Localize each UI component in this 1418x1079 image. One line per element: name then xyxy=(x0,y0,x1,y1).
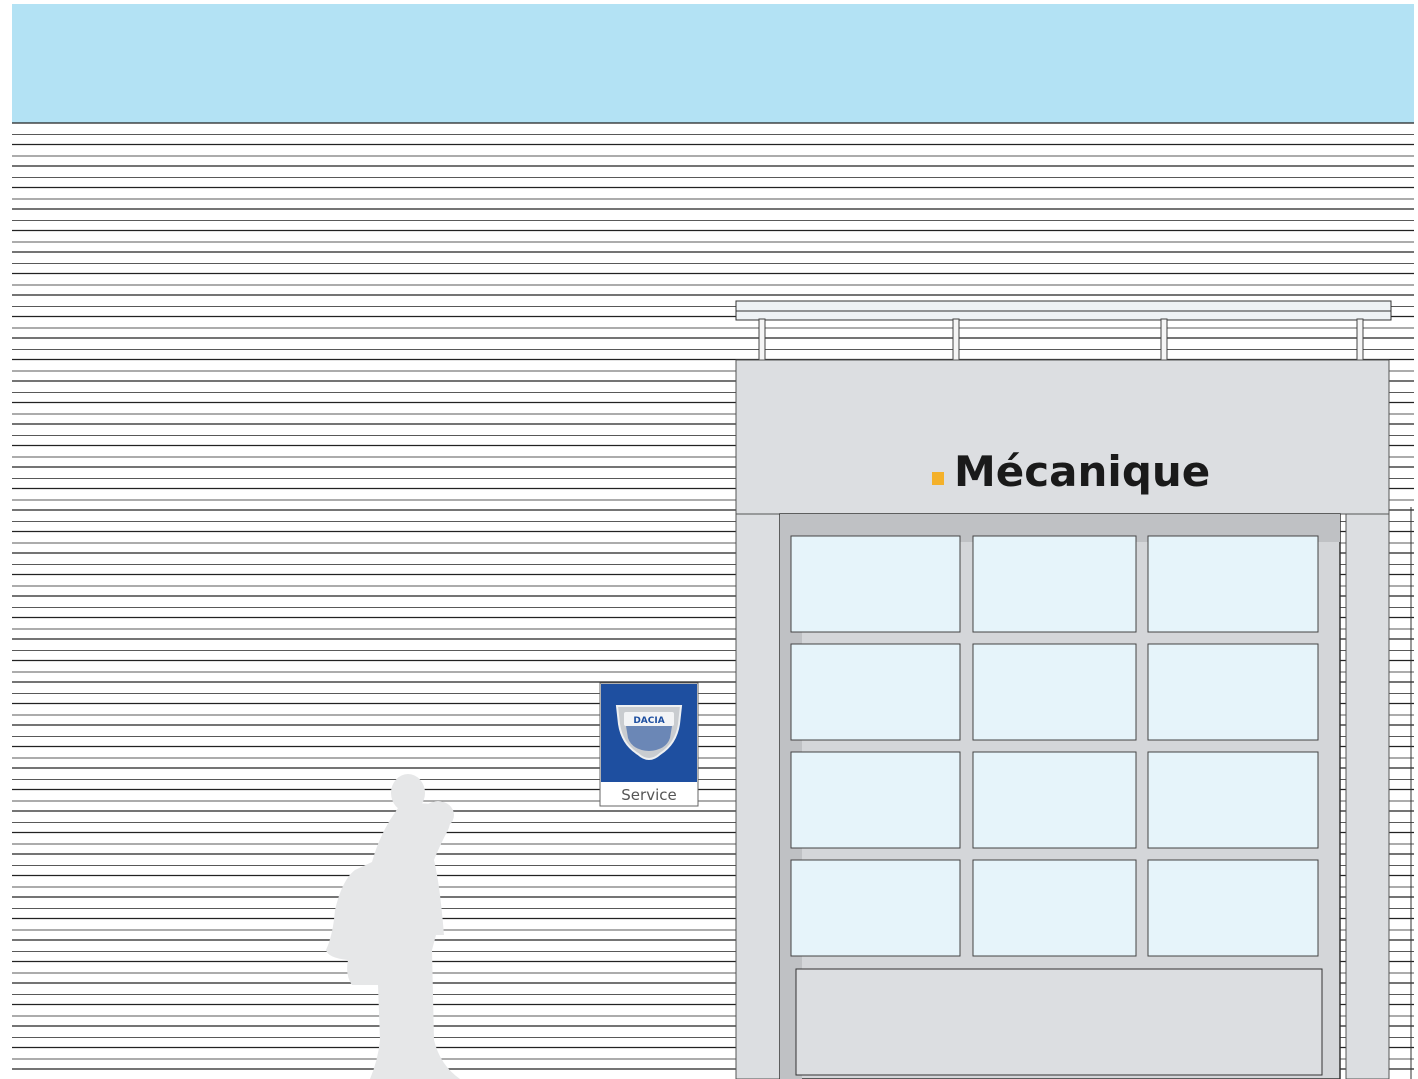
canopy-rail xyxy=(735,300,1392,361)
canopy-support xyxy=(1356,318,1364,361)
door-window-pane xyxy=(790,751,961,849)
canopy-support xyxy=(952,318,960,361)
door-window-pane xyxy=(972,535,1137,633)
door-window-pane xyxy=(972,643,1137,741)
door-bottom-panel xyxy=(795,968,1323,1076)
door-window-pane xyxy=(790,859,961,957)
sky-band xyxy=(12,4,1414,123)
dacia-logo-text: DACIA xyxy=(633,716,664,726)
door-window-pane xyxy=(790,643,961,741)
door-window-pane xyxy=(1147,751,1319,849)
sign-label: Mécanique xyxy=(954,447,1210,496)
person-silhouette xyxy=(326,774,460,1079)
door-window-pane xyxy=(790,535,961,633)
door-window-pane xyxy=(1147,535,1319,633)
left-pillar xyxy=(735,513,781,1079)
right-pillar xyxy=(1345,513,1390,1079)
dacia-service-sign: DACIA Service xyxy=(599,682,699,807)
building-facade-elevation: Mécanique DACIA Service xyxy=(12,4,1414,1079)
door-window-pane xyxy=(972,751,1137,849)
canopy-support xyxy=(758,318,766,361)
door-window-pane xyxy=(1147,859,1319,957)
door-window-pane xyxy=(1147,643,1319,741)
door-window-pane xyxy=(972,859,1137,957)
sign-marker xyxy=(932,472,944,485)
service-caption: Service xyxy=(621,786,676,804)
canopy-support xyxy=(1160,318,1168,361)
